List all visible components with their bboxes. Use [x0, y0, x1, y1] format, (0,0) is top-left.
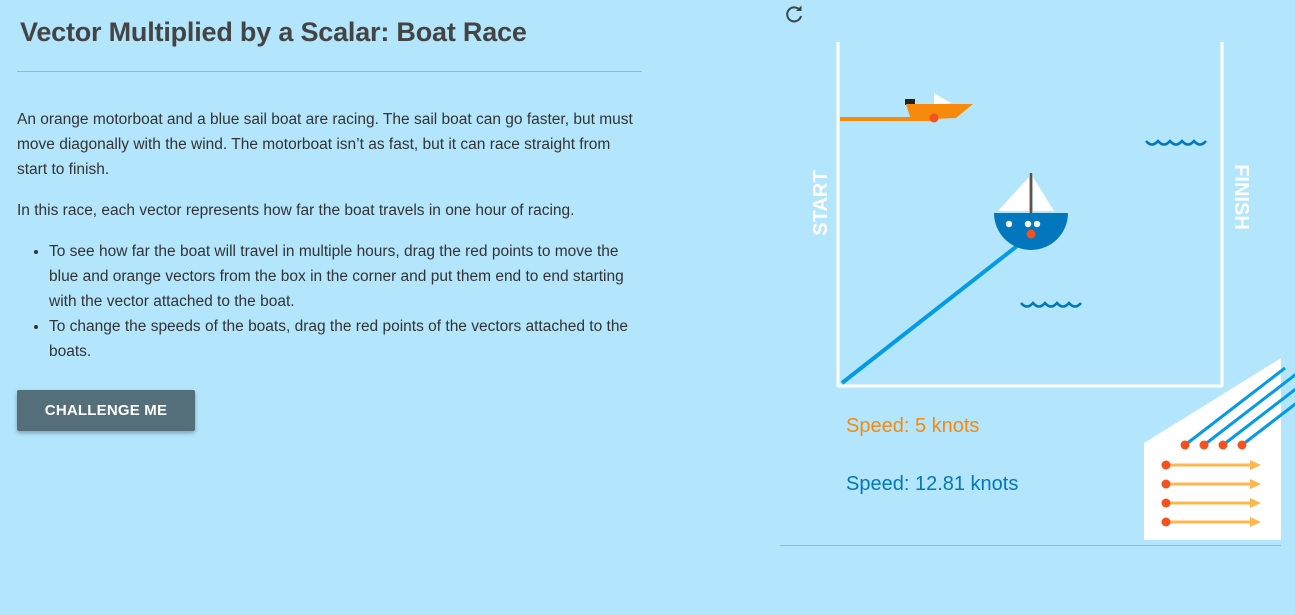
sailboat-vector — [840, 237, 1028, 385]
porthole — [1033, 220, 1041, 228]
spare-blue-vector-handle[interactable] — [1237, 440, 1247, 450]
spare-orange-vector-handle[interactable] — [1161, 517, 1171, 527]
wave-icon — [1145, 139, 1207, 146]
sailboat-vector-handle[interactable] — [1026, 229, 1036, 239]
bottom-divider — [780, 545, 1281, 546]
start-label: START — [810, 170, 832, 235]
sailboat-speed: Speed: 12.81 knots — [846, 473, 1019, 495]
motorboat[interactable] — [905, 93, 973, 123]
race-canvas: START FINISH — [810, 42, 1295, 540]
title-divider — [17, 71, 642, 72]
challenge-me-button[interactable]: CHALLENGE ME — [17, 390, 195, 431]
sailboat[interactable] — [994, 173, 1068, 250]
spare-orange-vector-handle[interactable] — [1161, 460, 1171, 470]
spare-orange-vector-handle[interactable] — [1161, 479, 1171, 489]
motorboat-vector-handle[interactable] — [929, 113, 939, 123]
sailboat-sail — [998, 177, 1029, 211]
porthole — [1024, 220, 1032, 228]
spare-blue-vector-handle[interactable] — [1218, 440, 1228, 450]
motorboat-hull — [906, 104, 973, 120]
motorboat-speed: Speed: 5 knots — [846, 415, 980, 437]
sailboat-sail — [1033, 177, 1054, 211]
spare-blue-vector-handle[interactable] — [1180, 440, 1190, 450]
porthole — [1005, 220, 1013, 228]
instruction-list: To see how far the boat will travel in m… — [17, 239, 642, 364]
spare-orange-vector-handle[interactable] — [1161, 498, 1171, 508]
intro-paragraph: An orange motorboat and a blue sail boat… — [17, 111, 633, 178]
page-title: Vector Multiplied by a Scalar: Boat Race — [20, 17, 527, 47]
race-interactive: START FINISH Speed: 5 knots Speed: 12.81… — [780, 0, 1295, 615]
race-note-paragraph: In this race, each vector represents how… — [17, 202, 575, 219]
spare-blue-vector-handle[interactable] — [1199, 440, 1209, 450]
refresh-icon[interactable] — [780, 0, 808, 28]
wave-icon — [1020, 301, 1082, 308]
instruction-item: To change the speeds of the boats, drag … — [49, 314, 642, 364]
finish-label: FINISH — [1230, 164, 1252, 230]
instruction-item: To see how far the boat will travel in m… — [49, 239, 642, 314]
